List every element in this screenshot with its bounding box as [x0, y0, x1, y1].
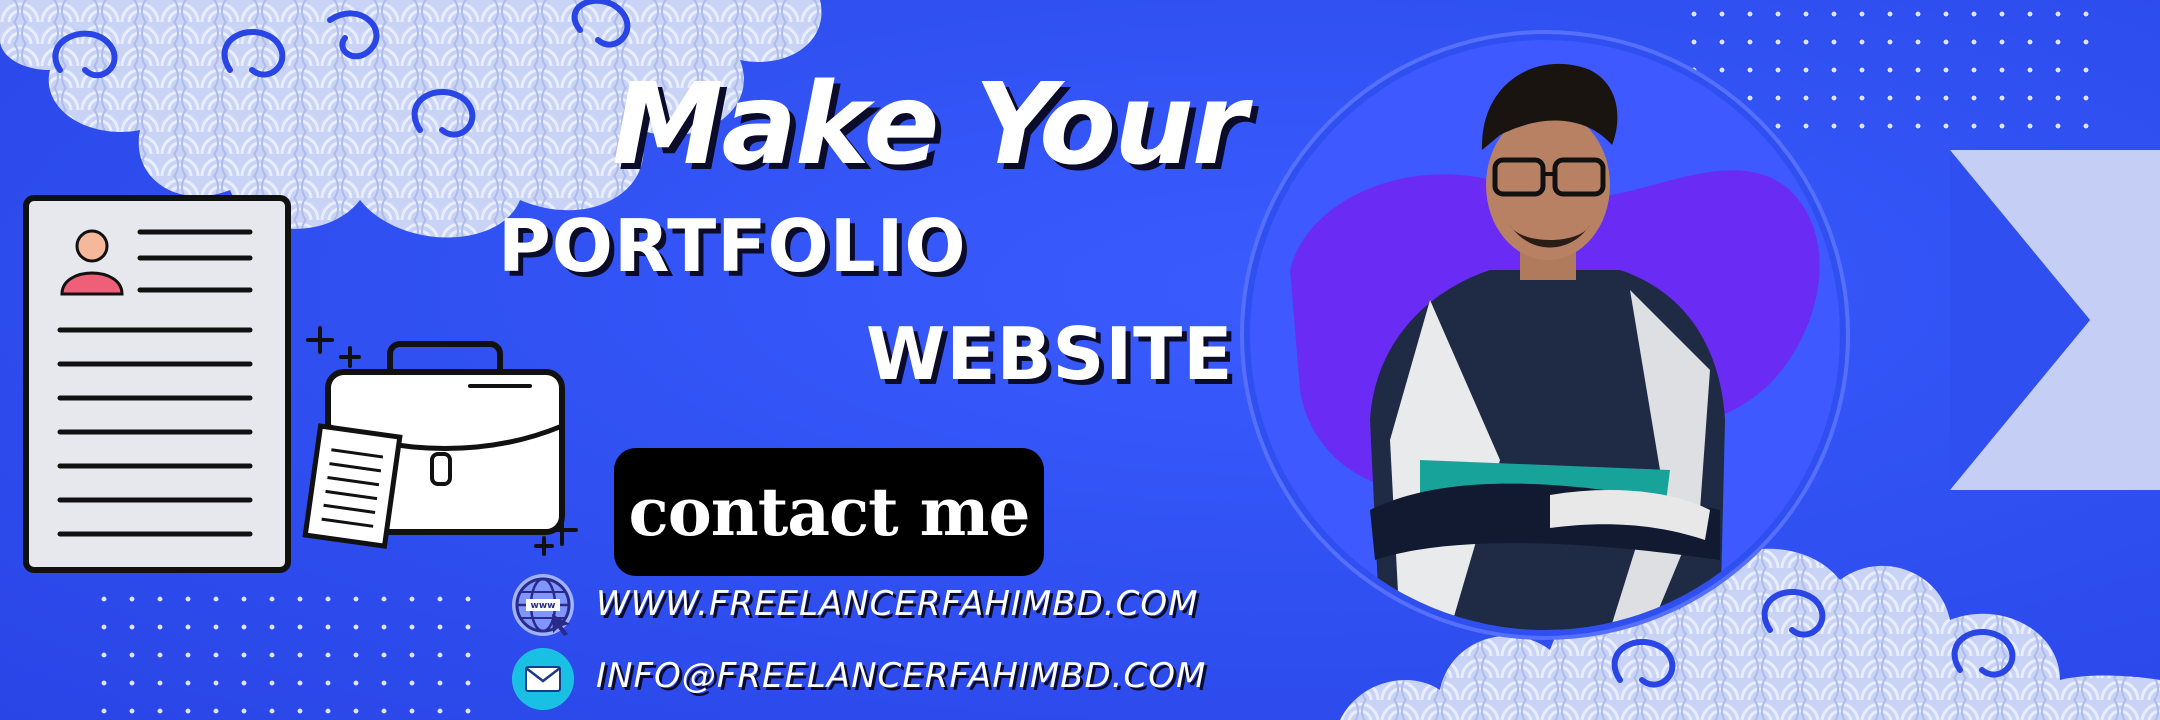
- svg-text:www: www: [531, 601, 556, 611]
- dot-grid-bottom-left: [90, 585, 490, 720]
- headline-line2: PORTFOLIO: [498, 204, 967, 288]
- resume-document-icon: [23, 195, 291, 573]
- website-url-text: WWW.FREELANCERFAHIMBD.COM: [596, 584, 1199, 624]
- contact-me-button[interactable]: contact me: [614, 448, 1044, 576]
- email-address-text: INFO@FREELANCERFAHIMBD.COM: [596, 656, 1207, 696]
- headline-line3: WEBSITE: [866, 312, 1234, 396]
- contact-me-label: contact me: [628, 473, 1031, 551]
- globe-cursor-icon: www: [512, 574, 574, 636]
- profile-photo-frame: [1250, 40, 1840, 630]
- briefcase-icon: [302, 326, 578, 556]
- banner: Make Your PORTFOLIO WEBSITE contact me w…: [0, 0, 2160, 720]
- chevron-shape-decoration: [1950, 150, 2160, 490]
- envelope-icon: [512, 648, 574, 710]
- profile-photo-image: [1290, 63, 1820, 630]
- headline-line1: Make Your: [612, 60, 1247, 190]
